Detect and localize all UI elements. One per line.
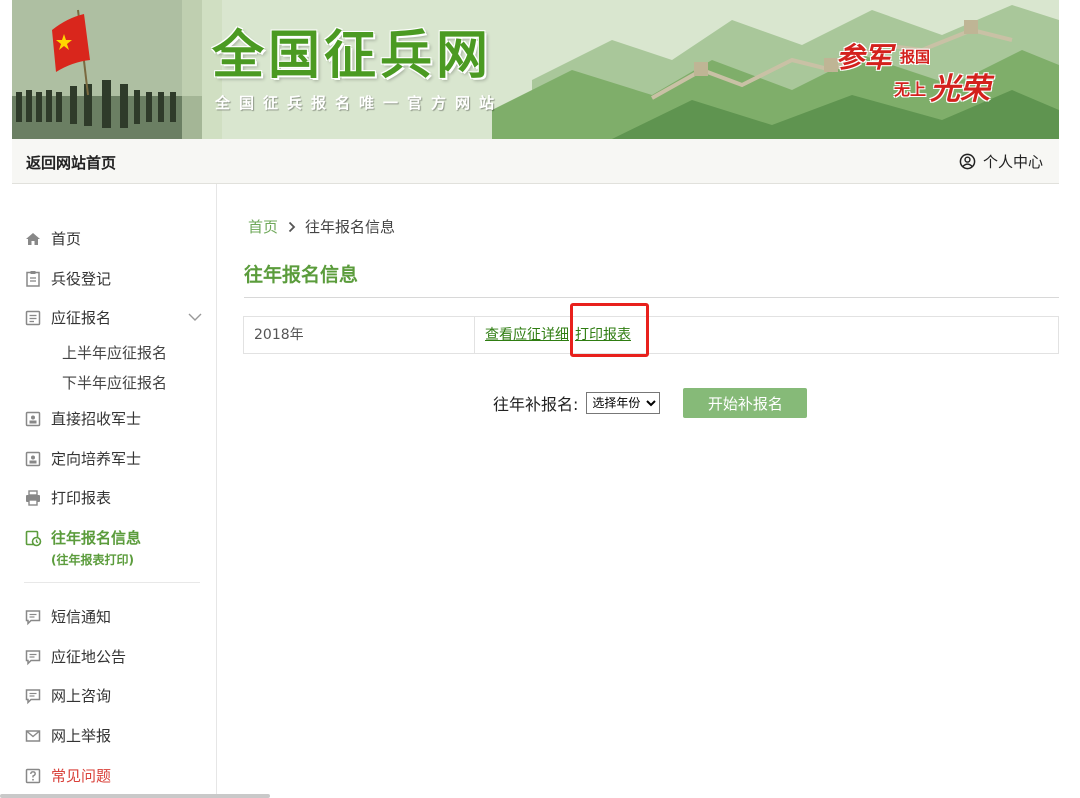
home-icon [26, 232, 40, 245]
print-report-link[interactable]: 打印报表 [575, 327, 631, 343]
sidebar-item-online-consult[interactable]: 网上咨询 [24, 685, 111, 706]
site-banner: 全国征兵网 全国征兵报名唯一官方网站 参军 报国 无上 光荣 [12, 0, 1059, 139]
breadcrumb-current: 往年报名信息 [305, 218, 396, 236]
sidebar-item-home[interactable]: 首页 [24, 228, 81, 249]
site-subtitle: 全国征兵报名唯一官方网站 [215, 94, 504, 112]
slogan-part-3: 无上 [894, 80, 927, 99]
chevron-down-icon[interactable] [188, 312, 202, 322]
record-year: 2018年 [244, 317, 475, 353]
breadcrumb: 首页 往年报名信息 [248, 216, 395, 237]
sidebar-subitem-second-half[interactable]: 下半年应征报名 [62, 372, 167, 393]
form-icon [25, 310, 41, 325]
sidebar-divider [24, 582, 200, 583]
table-row: 2018年 查看应征详细 打印报表 [243, 316, 1059, 354]
sidebar-item-military-registration[interactable]: 兵役登记 [24, 268, 111, 289]
message-icon [25, 609, 41, 625]
chevron-right-icon [288, 221, 296, 232]
year-select[interactable]: 选择年份 [586, 392, 661, 414]
id-card-icon [25, 451, 41, 466]
user-center-label: 个人中心 [982, 153, 1043, 171]
sidebar-item-past-signup-note[interactable]: (往年报表打印) [51, 551, 134, 568]
printer-icon [26, 489, 40, 506]
slogan-part-2: 报国 [900, 48, 931, 66]
sidebar-item-past-signup-info[interactable]: 往年报名信息 [24, 527, 141, 548]
slogan-part-4: 光荣 [930, 72, 990, 107]
sidebar-item-sms-notice[interactable]: 短信通知 [24, 606, 111, 627]
message-icon [25, 688, 41, 704]
top-bar: 返回网站首页 个人中心 [12, 139, 1059, 184]
user-circle-icon [959, 153, 976, 170]
title-divider [244, 297, 1059, 298]
sidebar-item-faq[interactable]: 常见问题 [24, 765, 111, 786]
sidebar-item-direct-nco[interactable]: 直接招收军士 [24, 408, 141, 429]
sidebar-item-directed-nco[interactable]: 定向培养军士 [24, 448, 141, 469]
record-actions: 查看应征详细 打印报表 [475, 317, 631, 353]
start-makeup-signup-button[interactable]: 开始补报名 [683, 388, 808, 418]
slogan-part-1: 参军 [836, 41, 893, 74]
page-title: 往年报名信息 [244, 264, 359, 286]
sidebar: 首页 兵役登记 应征报名 上半年应征报名 下半年应征报名 直接招收军士 定向培养… [12, 184, 217, 798]
makeup-signup-label: 往年补报名: [493, 395, 579, 414]
sidebar-item-enlistment-signup[interactable]: 应征报名 [24, 307, 111, 328]
mail-icon [25, 729, 41, 742]
message-icon [25, 649, 41, 665]
makeup-signup-row: 往年补报名: 选择年份 开始补报名 [493, 388, 808, 418]
view-details-link[interactable]: 查看应征详细 [485, 327, 569, 343]
sidebar-subitem-first-half[interactable]: 上半年应征报名 [62, 342, 167, 363]
clipboard-icon [26, 270, 40, 287]
sidebar-item-local-announcement[interactable]: 应征地公告 [24, 646, 126, 667]
sidebar-item-online-report[interactable]: 网上举报 [24, 725, 111, 746]
horizontal-scrollbar[interactable] [0, 794, 270, 798]
question-icon [25, 768, 41, 783]
site-title: 全国征兵网 [212, 26, 493, 86]
history-icon [25, 530, 42, 546]
breadcrumb-home-link[interactable]: 首页 [248, 216, 278, 237]
return-home-link[interactable]: 返回网站首页 [26, 152, 116, 173]
id-card-icon [25, 411, 41, 426]
user-center-link[interactable]: 个人中心 [959, 151, 1043, 172]
sidebar-item-print-report[interactable]: 打印报表 [24, 487, 111, 508]
banner-slogan: 参军 报国 无上 光荣 [824, 32, 1004, 107]
